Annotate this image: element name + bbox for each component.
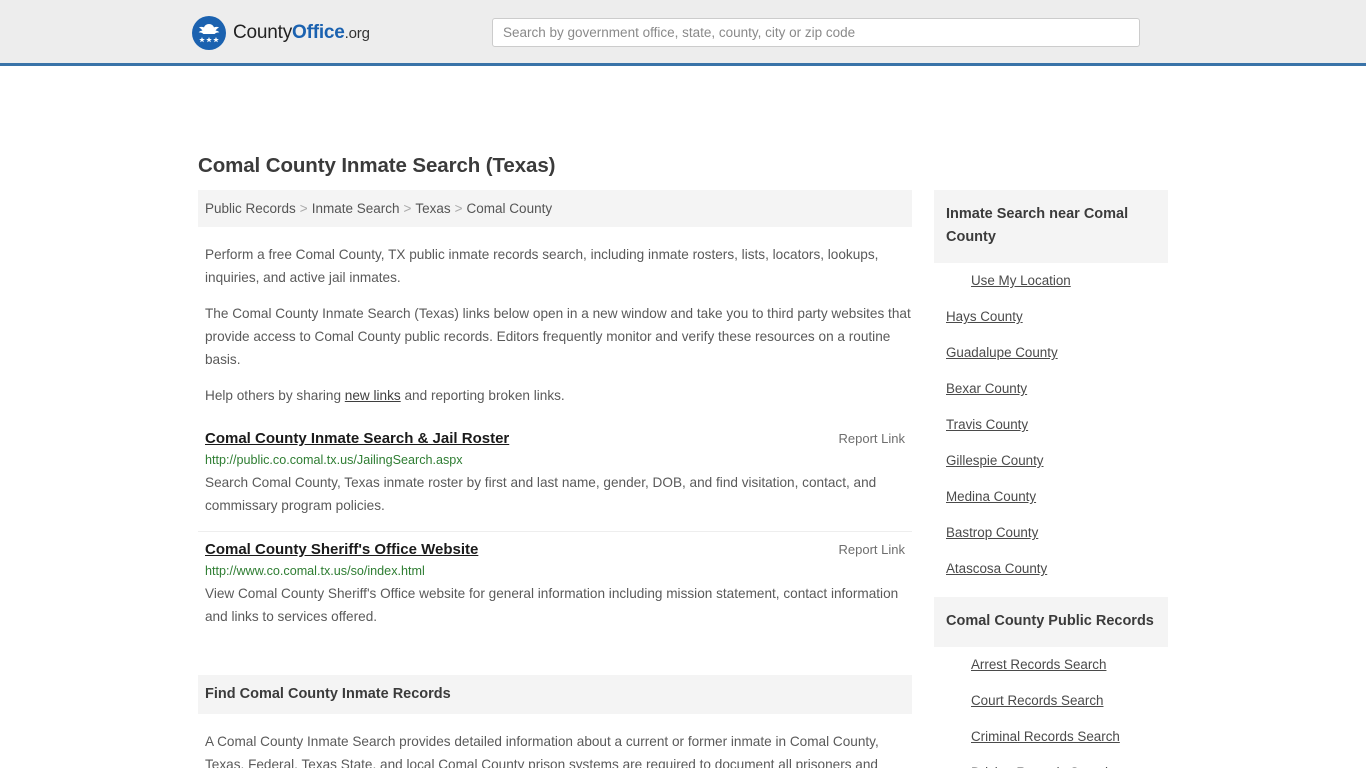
list-item: Medina County xyxy=(934,479,1168,515)
sidebar-item-medina-county[interactable]: Medina County xyxy=(934,479,1168,515)
nearby-inmate-search-widget: Inmate Search near Comal County Use My L… xyxy=(934,190,1168,587)
list-item: Travis County xyxy=(934,407,1168,443)
intro-p3-after: and reporting broken links. xyxy=(400,388,565,403)
result-item: Comal County Inmate Search & Jail Roster… xyxy=(198,421,912,532)
sidebar-item-court-records-search[interactable]: Court Records Search xyxy=(934,683,1168,719)
list-item: Use My Location xyxy=(934,263,1168,299)
intro-paragraph-1: Perform a free Comal County, TX public i… xyxy=(205,247,879,285)
report-link-button[interactable]: Report Link xyxy=(825,542,905,557)
result-title-link[interactable]: Comal County Inmate Search & Jail Roster xyxy=(205,430,509,447)
list-item: Criminal Records Search xyxy=(934,719,1168,755)
breadcrumb-item-comal-county[interactable]: Comal County xyxy=(467,201,553,216)
result-description: View Comal County Sheriff's Office websi… xyxy=(205,586,899,624)
breadcrumb-item-texas[interactable]: Texas xyxy=(415,201,450,216)
page-title: Comal County Inmate Search (Texas) xyxy=(198,154,556,177)
site-header: CountyOffice.org xyxy=(0,0,1366,66)
list-item: Hays County xyxy=(934,299,1168,335)
sidebar-item-driving-records-search[interactable]: Driving Records Search xyxy=(934,755,1168,768)
brand-part-office: Office xyxy=(292,22,345,43)
list-item: Bastrop County xyxy=(934,515,1168,551)
breadcrumb-item-public-records[interactable]: Public Records xyxy=(205,201,296,216)
list-item: Guadalupe County xyxy=(934,335,1168,371)
list-item: Court Records Search xyxy=(934,683,1168,719)
sidebar-item-criminal-records-search[interactable]: Criminal Records Search xyxy=(934,719,1168,755)
find-records-section: Find Comal County Inmate Records A Comal… xyxy=(198,675,912,768)
result-description: Search Comal County, Texas inmate roster… xyxy=(205,475,877,513)
public-records-widget: Comal County Public Records Arrest Recor… xyxy=(934,597,1168,768)
sidebar-item-travis-county[interactable]: Travis County xyxy=(934,407,1168,443)
public-records-list: Arrest Records Search Court Records Sear… xyxy=(934,647,1168,768)
section-body: A Comal County Inmate Search provides de… xyxy=(198,730,912,768)
intro-paragraph-2: The Comal County Inmate Search (Texas) l… xyxy=(205,306,911,367)
result-list: Comal County Inmate Search & Jail Roster… xyxy=(198,421,912,642)
list-item: Driving Records Search xyxy=(934,755,1168,768)
widget-heading: Inmate Search near Comal County xyxy=(934,190,1168,263)
report-link-button[interactable]: Report Link xyxy=(825,431,905,446)
brand-part-org: .org xyxy=(344,25,370,42)
brand-part-county: County xyxy=(233,22,293,43)
widget-heading: Comal County Public Records xyxy=(934,597,1168,647)
content-layout: Public Records > Inmate Search > Texas > Comal… xyxy=(198,190,1168,768)
result-header: Comal County Inmate Search & Jail Roster… xyxy=(205,430,905,447)
breadcrumb-item-inmate-search[interactable]: Inmate Search xyxy=(312,201,400,216)
result-url: http://public.co.comal.tx.us/JailingSear… xyxy=(205,453,463,467)
sidebar-item-hays-county[interactable]: Hays County xyxy=(934,299,1168,335)
main-column: Public Records > Inmate Search > Texas > Comal… xyxy=(198,190,912,768)
section-heading: Find Comal County Inmate Records xyxy=(198,675,912,714)
list-item: Arrest Records Search xyxy=(934,647,1168,683)
result-url: http://www.co.comal.tx.us/so/index.html xyxy=(205,564,425,578)
eagle-shield-logo-icon xyxy=(192,16,226,50)
sidebar-item-bexar-county[interactable]: Bexar County xyxy=(934,371,1168,407)
sidebar-item-gillespie-county[interactable]: Gillespie County xyxy=(934,443,1168,479)
breadcrumb-separator: > xyxy=(454,201,463,216)
sidebar-item-guadalupe-county[interactable]: Guadalupe County xyxy=(934,335,1168,371)
nearby-county-list: Use My Location Hays County Guadalupe Co… xyxy=(934,263,1168,587)
section-paragraph: A Comal County Inmate Search provides de… xyxy=(205,734,879,768)
breadcrumb-separator: > xyxy=(299,201,308,216)
brand-wordmark: CountyOffice.org xyxy=(233,22,370,44)
list-item: Atascosa County xyxy=(934,551,1168,587)
sidebar-item-arrest-records-search[interactable]: Arrest Records Search xyxy=(934,647,1168,683)
search-input[interactable] xyxy=(492,18,1140,47)
sidebar-item-use-my-location[interactable]: Use My Location xyxy=(934,263,1168,299)
search-box[interactable] xyxy=(492,18,1140,47)
intro-paragraph-3: Help others by sharing new links and rep… xyxy=(198,384,912,407)
intro-p3-before: Help others by sharing xyxy=(205,388,345,403)
intro-text: Perform a free Comal County, TX public i… xyxy=(198,243,912,407)
sidebar: Inmate Search near Comal County Use My L… xyxy=(934,190,1168,768)
sidebar-item-atascosa-county[interactable]: Atascosa County xyxy=(934,551,1168,587)
list-item: Bexar County xyxy=(934,371,1168,407)
site-logo[interactable]: CountyOffice.org xyxy=(192,16,370,50)
breadcrumb-separator: > xyxy=(403,201,412,216)
breadcrumb: Public Records > Inmate Search > Texas > Comal… xyxy=(198,190,912,227)
sidebar-item-bastrop-county[interactable]: Bastrop County xyxy=(934,515,1168,551)
result-header: Comal County Sheriff's Office Website Re… xyxy=(205,541,905,558)
new-links-link[interactable]: new links xyxy=(345,388,401,403)
result-title-link[interactable]: Comal County Sheriff's Office Website xyxy=(205,541,478,558)
list-item: Gillespie County xyxy=(934,443,1168,479)
result-item: Comal County Sheriff's Office Website Re… xyxy=(198,532,912,642)
